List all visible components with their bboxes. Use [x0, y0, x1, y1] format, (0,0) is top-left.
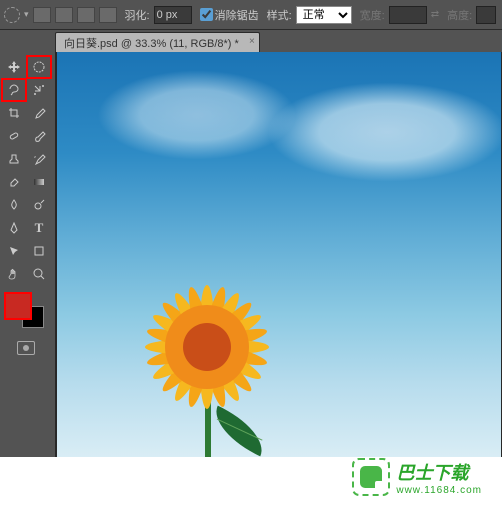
width-input	[389, 6, 427, 24]
blur-tool[interactable]	[2, 194, 26, 216]
antialias-checkbox[interactable]: 消除锯齿	[200, 7, 259, 23]
tool-panel: T	[0, 52, 55, 457]
crop-tool[interactable]	[2, 102, 26, 124]
feather-input[interactable]	[154, 6, 192, 24]
lasso-tool[interactable]	[2, 79, 26, 101]
dodge-tool[interactable]	[27, 194, 51, 216]
tab-title: 向日葵.psd @ 33.3% (11, RGB/8*) *	[64, 38, 239, 50]
foreground-color[interactable]	[4, 292, 32, 320]
selection-subtract-button[interactable]	[77, 7, 95, 23]
watermark-logo-icon	[352, 458, 390, 496]
canvas-area	[55, 52, 502, 457]
healing-tool[interactable]	[2, 125, 26, 147]
shape-tool[interactable]	[27, 240, 51, 262]
type-tool[interactable]: T	[27, 217, 51, 239]
height-input	[476, 6, 496, 24]
feather-label: 羽化:	[125, 7, 150, 23]
chevron-down-icon[interactable]: ▾	[24, 9, 29, 20]
antialias-check-input[interactable]	[200, 8, 213, 21]
zoom-tool[interactable]	[27, 263, 51, 285]
selection-intersect-button[interactable]	[99, 7, 117, 23]
document-tab[interactable]: 向日葵.psd @ 33.3% (11, RGB/8*) * ×	[55, 32, 260, 52]
selection-new-button[interactable]	[33, 7, 51, 23]
cloud-shape	[97, 70, 297, 160]
selection-add-button[interactable]	[55, 7, 73, 23]
pen-tool[interactable]	[2, 217, 26, 239]
hand-tool[interactable]	[2, 263, 26, 285]
antialias-label: 消除锯齿	[215, 7, 259, 23]
eraser-tool[interactable]	[2, 171, 26, 193]
width-label: 宽度:	[360, 7, 385, 23]
canvas[interactable]	[57, 52, 501, 457]
gradient-tool[interactable]	[27, 171, 51, 193]
marquee-tool[interactable]	[27, 56, 51, 78]
height-label: 高度:	[447, 7, 472, 23]
cloud-shape	[267, 82, 501, 182]
history-brush-tool[interactable]	[27, 148, 51, 170]
watermark: 巴士下载 www.11684.com	[352, 458, 482, 496]
style-select[interactable]: 正常	[296, 6, 352, 24]
watermark-brand: 巴士下载	[396, 459, 482, 485]
options-bar: ▾ 羽化: 消除锯齿 样式: 正常 宽度: ⇄ 高度:	[0, 0, 502, 30]
style-label: 样式:	[267, 7, 292, 23]
close-icon[interactable]: ×	[249, 36, 255, 47]
link-icon: ⇄	[431, 9, 439, 20]
document-tab-bar: 向日葵.psd @ 33.3% (11, RGB/8*) * ×	[0, 30, 502, 52]
stamp-tool[interactable]	[2, 148, 26, 170]
watermark-url: www.11684.com	[396, 485, 482, 496]
ellipse-marquee-icon	[4, 7, 20, 23]
path-select-tool[interactable]	[2, 240, 26, 262]
color-swatches[interactable]	[2, 290, 52, 332]
eyedropper-tool[interactable]	[27, 102, 51, 124]
quick-select-tool[interactable]	[27, 79, 51, 101]
brush-tool[interactable]	[27, 125, 51, 147]
sunflower-graphic	[117, 262, 317, 457]
move-tool[interactable]	[2, 56, 26, 78]
flower-center-inner	[183, 323, 231, 371]
quick-mask-button[interactable]	[14, 338, 38, 358]
